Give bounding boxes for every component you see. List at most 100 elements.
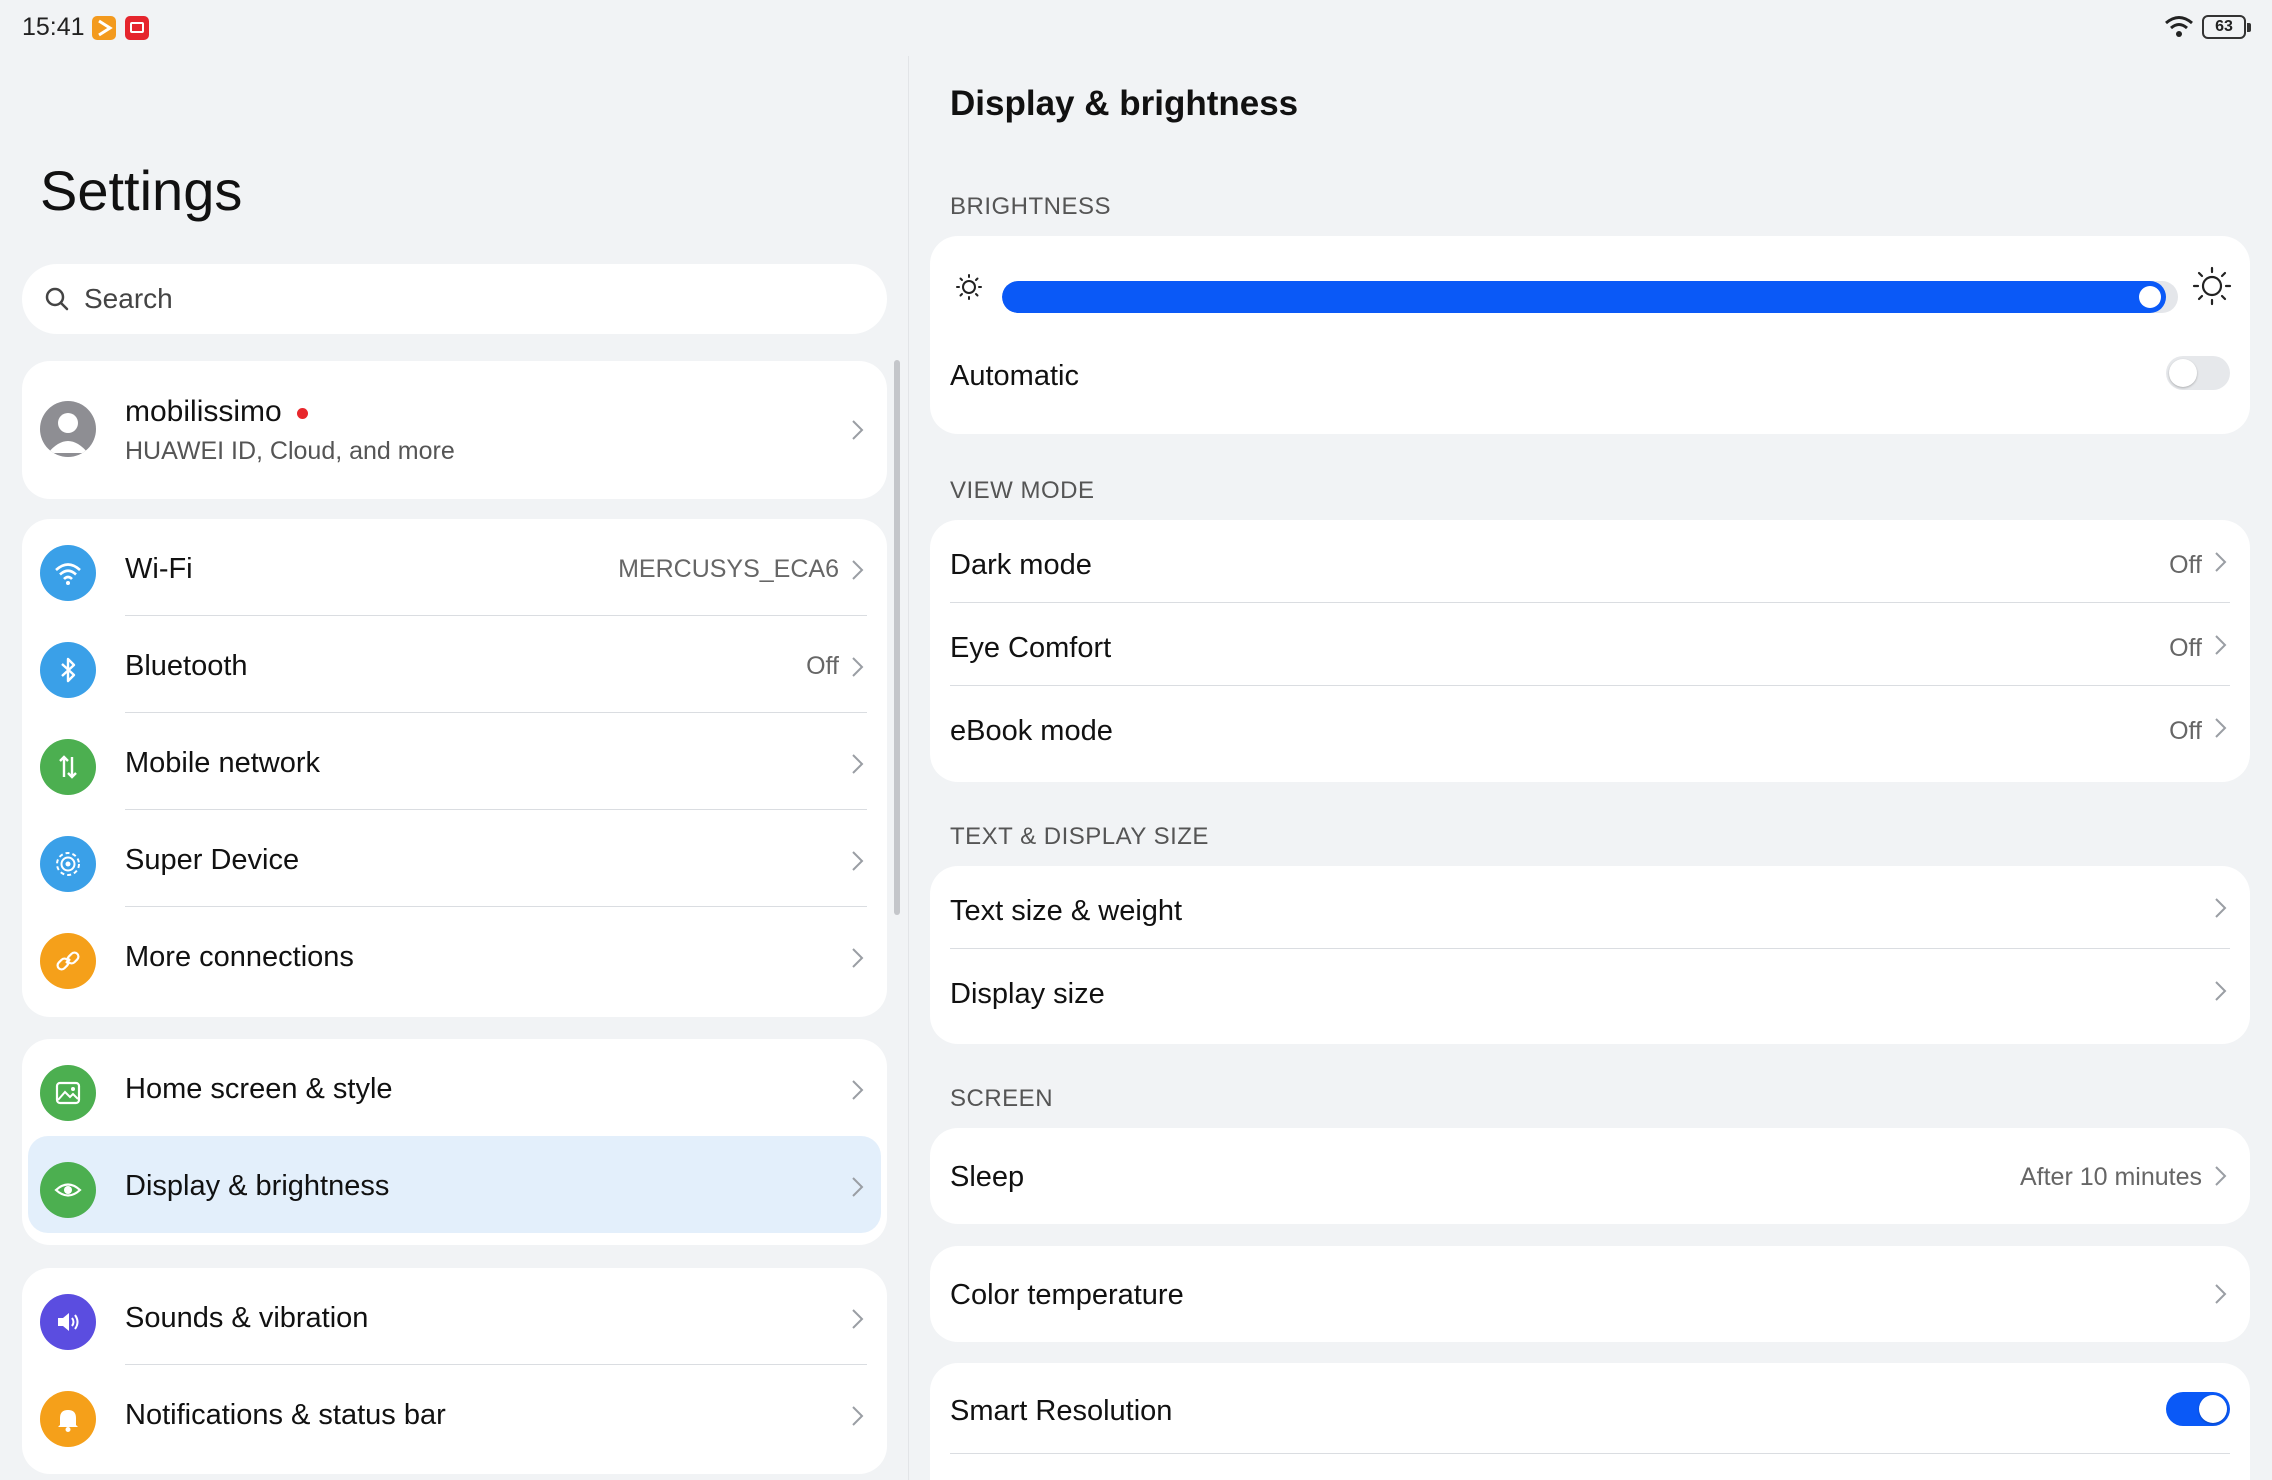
sidebar-item-wifi[interactable]: Wi-Fi MERCUSYS_ECA6 [22,519,887,616]
account-card[interactable]: mobilissimo HUAWEI ID, Cloud, and more [22,361,887,499]
chevron-right-icon [2215,635,2227,655]
section-header-screen: SCREEN [950,1085,1054,1112]
chevron-right-icon [2215,981,2227,1001]
page-title: Settings [40,159,243,222]
detail-title: Display & brightness [950,84,1299,123]
dark-mode-value: Off [2169,551,2202,579]
chevron-right-icon [852,1406,864,1426]
sidebar-item-mobile-network[interactable]: Mobile network [22,713,887,810]
sidebar-item-label: Bluetooth [125,650,248,682]
chevron-right-icon [852,560,864,580]
brightness-card: Automatic [930,236,2250,434]
pane-divider [908,56,909,1480]
sidebar-item-super-device[interactable]: Super Device [22,810,887,907]
automatic-brightness-toggle[interactable] [2166,356,2230,390]
eye-comfort-label: Eye Comfort [950,632,1112,664]
status-time: 15:41 [22,13,85,41]
sounds-card: Sounds & vibration Notifications & statu… [22,1268,887,1474]
bell-icon [40,1391,96,1447]
sleep-card: Sleep After 10 minutes [930,1128,2250,1224]
wifi-icon [40,545,96,601]
personalization-card: Home screen & style Display & brightness [22,1039,887,1245]
brightness-slider-row [930,236,2250,336]
view-mode-card: Dark mode Off Eye Comfort Off eBook mode… [930,520,2250,782]
sleep-row[interactable]: Sleep After 10 minutes [930,1128,2250,1224]
automatic-brightness-label: Automatic [950,360,1079,392]
color-temperature-label: Color temperature [950,1279,1184,1311]
account-subtitle: HUAWEI ID, Cloud, and more [125,437,455,465]
sidebar-item-display-brightness[interactable]: Display & brightness [28,1136,881,1233]
chevron-right-icon [2215,1166,2227,1186]
super-device-icon [40,836,96,892]
chevron-right-icon [852,1309,864,1329]
chevron-right-icon [852,948,864,968]
chevron-right-icon [2215,898,2227,918]
ebook-mode-row[interactable]: eBook mode Off [930,686,2250,769]
account-name: mobilissimo [125,395,282,428]
brightness-slider[interactable] [1002,281,2178,313]
search-input[interactable] [84,264,844,334]
avatar [40,401,96,457]
display-size-label: Display size [950,978,1105,1010]
divider [950,1453,2230,1454]
chevron-right-icon [852,657,864,677]
section-header-brightness: BRIGHTNESS [950,193,1112,220]
speaker-icon [40,1294,96,1350]
sidebar-item-home-screen[interactable]: Home screen & style [22,1039,887,1136]
sidebar-scrollbar[interactable] [894,360,900,915]
dark-mode-row[interactable]: Dark mode Off [930,520,2250,603]
search-bar[interactable] [22,264,887,334]
chevron-right-icon [2215,552,2227,572]
wifi-icon [2165,16,2193,37]
eye-icon [40,1162,96,1218]
toggle-knob [2169,359,2197,387]
chevron-right-icon [2215,1284,2227,1304]
sidebar-item-label: Sounds & vibration [125,1302,369,1334]
notification-dot [297,408,308,419]
sleep-value: After 10 minutes [2019,1163,2202,1191]
battery-icon: 63 [2202,15,2251,39]
chevron-right-icon [852,420,864,440]
section-header-text-display: TEXT & DISPLAY SIZE [950,823,1209,850]
mobile-data-icon [40,739,96,795]
automatic-brightness-row[interactable]: Automatic [930,336,2250,434]
color-temperature-row[interactable]: Color temperature [930,1246,2250,1342]
sidebar-item-label: More connections [125,941,354,973]
ebook-mode-label: eBook mode [950,715,1113,747]
text-size-label: Text size & weight [950,895,1183,927]
display-size-row[interactable]: Display size [930,949,2250,1032]
sidebar-item-label: Home screen & style [125,1073,393,1105]
eye-comfort-row[interactable]: Eye Comfort Off [930,603,2250,686]
sidebar-item-label: Wi-Fi [125,553,193,585]
dark-mode-label: Dark mode [950,549,1092,581]
brightness-slider-thumb[interactable] [2139,286,2161,308]
app-notification-icon [125,16,149,40]
chevron-right-icon [852,1177,864,1197]
eye-comfort-value: Off [2169,634,2202,662]
sidebar-item-label: Super Device [125,844,300,876]
settings-screen: 15:41 63 Settings mobilissimo HUAWEI ID [0,0,2272,1480]
sidebar-item-notifications[interactable]: Notifications & status bar [22,1365,887,1462]
sidebar-item-bluetooth[interactable]: Bluetooth Off [22,616,887,713]
sidebar-item-label: Display & brightness [125,1170,390,1202]
text-size-row[interactable]: Text size & weight [930,866,2250,949]
sidebar-item-label: Notifications & status bar [125,1399,446,1431]
connections-card: Wi-Fi MERCUSYS_ECA6 Bluetooth Off Mobile… [22,519,887,1017]
chevron-right-icon [852,754,864,774]
smart-resolution-card: Smart Resolution [930,1363,2250,1480]
brightness-slider-fill [1002,281,2166,313]
sidebar-item-more-connections[interactable]: More connections [22,907,887,1004]
toggle-knob [2199,1395,2227,1423]
image-icon [40,1065,96,1121]
search-icon [45,287,69,311]
smart-resolution-row[interactable]: Smart Resolution [930,1363,2250,1454]
smart-resolution-label: Smart Resolution [950,1395,1173,1427]
chevron-right-icon [852,851,864,871]
chevron-right-icon [852,1080,864,1100]
sidebar-item-label: Mobile network [125,747,321,779]
smart-resolution-toggle[interactable] [2166,1392,2230,1426]
sidebar-item-sounds[interactable]: Sounds & vibration [22,1268,887,1365]
bluetooth-status: Off [806,652,839,680]
color-temperature-card: Color temperature [930,1246,2250,1342]
link-icon [40,933,96,989]
